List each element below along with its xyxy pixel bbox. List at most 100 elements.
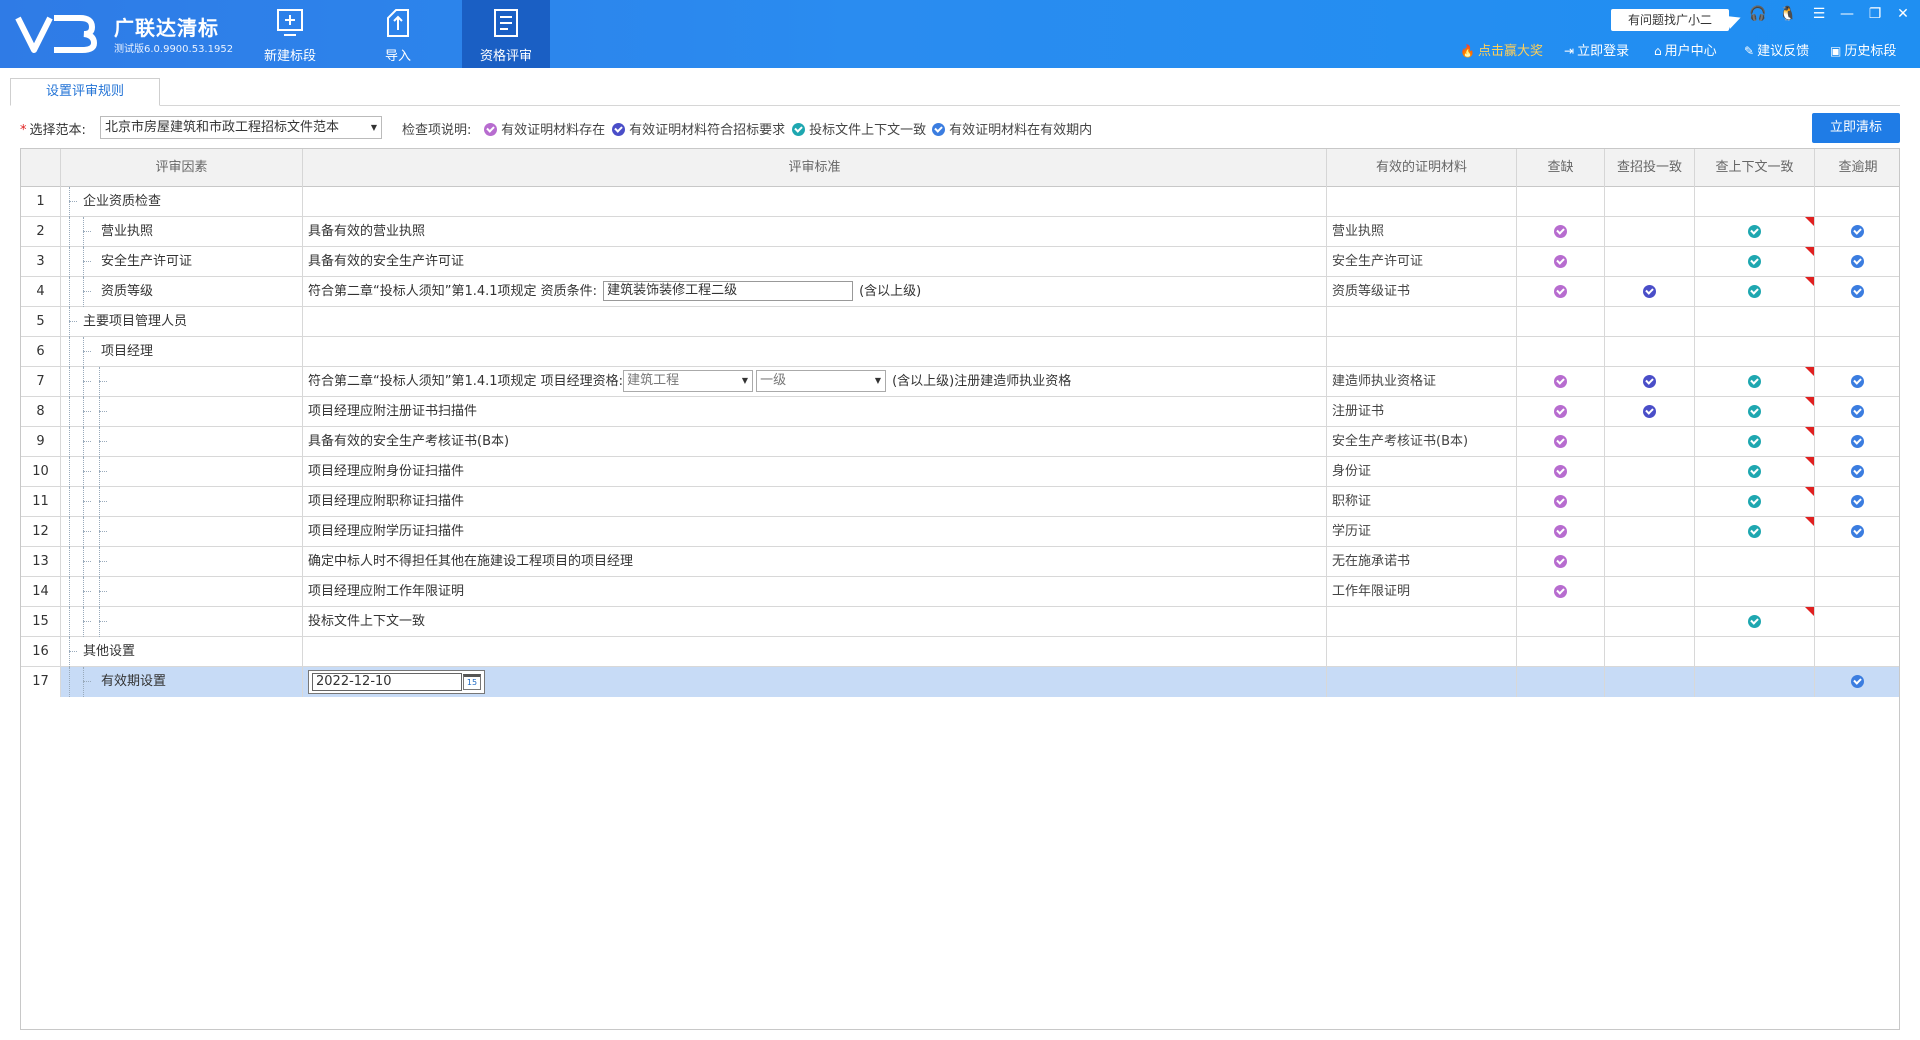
check-teal-icon[interactable] [1748,255,1761,268]
check-cell-c1[interactable] [1517,397,1605,427]
table-row[interactable]: 16 其他设置 [21,637,1899,667]
table-row[interactable]: 10 项目经理应附身份证扫描件 身份证 [21,457,1899,487]
check-cell-c1[interactable] [1517,637,1605,667]
check-purple-icon[interactable] [1554,225,1567,238]
validity-date-input[interactable]: 2022-12-10 [312,673,462,691]
check-purple-icon[interactable] [1554,555,1567,568]
check-cell-c3[interactable] [1695,247,1815,277]
factor-cell[interactable] [61,367,303,397]
factor-cell[interactable]: 营业执照 [61,217,303,247]
check-indigo-icon[interactable] [1643,285,1656,298]
check-cell-c2[interactable] [1605,307,1695,337]
qq-penguin-icon[interactable]: 🐧 [1777,4,1799,24]
standard-cell[interactable] [303,307,1327,337]
history-link[interactable]: ▣ 历史标段 [1830,40,1896,59]
table-row[interactable]: 8 项目经理应附注册证书扫描件 注册证书 [21,397,1899,427]
factor-cell[interactable]: 其他设置 [61,637,303,667]
check-cell-c1[interactable] [1517,577,1605,607]
check-cell-c3[interactable] [1695,607,1815,637]
minimize-icon[interactable]: — [1836,4,1858,24]
specialty-select[interactable]: 建筑工程 ▼ [623,369,754,392]
material-cell[interactable] [1327,637,1517,667]
check-purple-icon[interactable] [1554,585,1567,598]
check-blue-icon[interactable] [1851,495,1864,508]
factor-cell[interactable]: 企业资质检查 [61,187,303,217]
standard-cell[interactable]: 具备有效的营业执照 [303,217,1327,247]
factor-cell[interactable]: 主要项目管理人员 [61,307,303,337]
check-cell-c4[interactable] [1815,457,1899,487]
help-assistant-bubble[interactable]: 有问题找广小二 [1611,9,1729,31]
check-blue-icon[interactable] [1851,225,1864,238]
standard-cell[interactable] [303,337,1327,367]
factor-cell[interactable] [61,487,303,517]
material-cell[interactable]: 注册证书 [1327,397,1517,427]
validity-date-picker[interactable]: 2022-12-10 15 [308,670,485,694]
check-blue-icon[interactable] [1851,255,1864,268]
standard-cell[interactable]: 符合第二章“投标人须知”第1.4.1项规定 资质条件: 建筑装饰装修工程二级 (含以… [303,277,1327,307]
feedback-link[interactable]: ✎ 建议反馈 [1744,40,1809,59]
table-row[interactable]: 9 具备有效的安全生产考核证书(B本) 安全生产考核证书(B本) [21,427,1899,457]
standard-cell[interactable]: 项目经理应附学历证扫描件 [303,517,1327,547]
table-row[interactable]: 12 项目经理应附学历证扫描件 学历证 [21,517,1899,547]
check-cell-c4[interactable] [1815,577,1899,607]
check-cell-c1[interactable] [1517,667,1605,697]
user-center-link[interactable]: ⌂ 用户中心 [1654,40,1717,59]
check-purple-icon[interactable] [1554,375,1567,388]
material-cell[interactable] [1327,607,1517,637]
login-link[interactable]: ⇥ 立即登录 [1564,40,1629,59]
table-row[interactable]: 7 符合第二章“投标人须知”第1.4.1项规定 项目经理资格: 建筑工程 ▼ 一级 ▼ (含… [21,367,1899,397]
check-cell-c2[interactable] [1605,427,1695,457]
check-purple-icon[interactable] [1554,435,1567,448]
check-teal-icon[interactable] [1748,525,1761,538]
check-cell-c3[interactable] [1695,217,1815,247]
tab-review-rules[interactable]: 设置评审规则 [10,78,160,106]
check-cell-c4[interactable] [1815,487,1899,517]
check-cell-c1[interactable] [1517,517,1605,547]
material-cell[interactable]: 安全生产考核证书(B本) [1327,427,1517,457]
standard-cell[interactable]: 确定中标人时不得担任其他在施建设工程项目的项目经理 [303,547,1327,577]
check-cell-c4[interactable] [1815,247,1899,277]
check-cell-c4[interactable] [1815,667,1899,697]
check-cell-c4[interactable] [1815,337,1899,367]
check-indigo-icon[interactable] [1643,405,1656,418]
nav-new-section-button[interactable]: 新建标段 [246,0,334,68]
check-cell-c4[interactable] [1815,217,1899,247]
factor-cell[interactable] [61,517,303,547]
material-cell[interactable]: 身份证 [1327,457,1517,487]
check-cell-c2[interactable] [1605,277,1695,307]
check-teal-icon[interactable] [1748,465,1761,478]
check-blue-icon[interactable] [1851,405,1864,418]
table-row[interactable]: 17 有效期设置 2022-12-10 15 [21,667,1899,697]
check-cell-c4[interactable] [1815,367,1899,397]
material-cell[interactable]: 工作年限证明 [1327,577,1517,607]
standard-cell[interactable]: 项目经理应附身份证扫描件 [303,457,1327,487]
check-cell-c1[interactable] [1517,367,1605,397]
check-purple-icon[interactable] [1554,525,1567,538]
material-cell[interactable]: 无在施承诺书 [1327,547,1517,577]
check-cell-c1[interactable] [1517,457,1605,487]
check-cell-c4[interactable] [1815,427,1899,457]
check-cell-c3[interactable] [1695,577,1815,607]
model-select[interactable]: 北京市房屋建筑和市政工程招标文件范本 ▼ [100,116,382,139]
check-cell-c4[interactable] [1815,397,1899,427]
factor-cell[interactable] [61,577,303,607]
check-cell-c2[interactable] [1605,337,1695,367]
grade-select[interactable]: 一级 ▼ [756,369,887,392]
standard-cell[interactable]: 符合第二章“投标人须知”第1.4.1项规定 项目经理资格: 建筑工程 ▼ 一级 ▼ (含以… [303,367,1327,397]
start-cleaning-button[interactable]: 立即清标 [1812,113,1900,143]
check-purple-icon[interactable] [1554,255,1567,268]
check-cell-c1[interactable] [1517,187,1605,217]
table-row[interactable]: 13 确定中标人时不得担任其他在施建设工程项目的项目经理 无在施承诺书 [21,547,1899,577]
factor-cell[interactable] [61,547,303,577]
check-cell-c1[interactable] [1517,607,1605,637]
table-row[interactable]: 15 投标文件上下文一致 [21,607,1899,637]
check-teal-icon[interactable] [1748,435,1761,448]
factor-cell[interactable] [61,397,303,427]
check-cell-c2[interactable] [1605,547,1695,577]
check-cell-c2[interactable] [1605,397,1695,427]
table-row[interactable]: 3 安全生产许可证 具备有效的安全生产许可证 安全生产许可证 [21,247,1899,277]
check-cell-c3[interactable] [1695,277,1815,307]
factor-cell[interactable]: 资质等级 [61,277,303,307]
material-cell[interactable]: 安全生产许可证 [1327,247,1517,277]
check-teal-icon[interactable] [1748,405,1761,418]
